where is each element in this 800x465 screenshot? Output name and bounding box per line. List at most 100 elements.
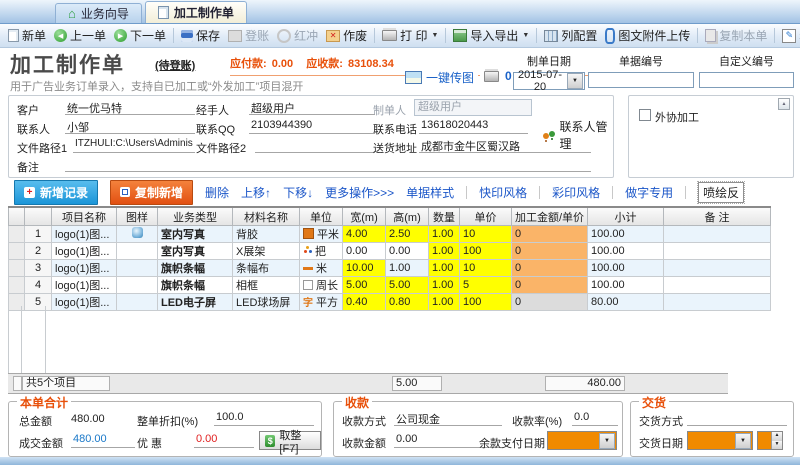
toolbar-new-doc-button[interactable]: 新单 <box>4 25 50 46</box>
unit-cell[interactable]: 把 <box>299 242 343 260</box>
business-type-cell[interactable]: 室内写真 <box>157 242 233 260</box>
image-cell[interactable] <box>116 242 158 260</box>
col-header-image[interactable]: 图样 <box>116 206 158 226</box>
row-selector-cell[interactable] <box>8 276 25 294</box>
add-record-button[interactable]: + 新增记录 <box>14 179 99 205</box>
col-header-material-name[interactable]: 材料名称 <box>232 206 300 226</box>
material-cell[interactable]: X展架 <box>232 242 300 260</box>
unit-cell[interactable]: 周长 <box>299 276 343 294</box>
material-cell[interactable]: 条幅布 <box>232 259 300 277</box>
spin-up-icon[interactable]: ▲ <box>771 432 782 441</box>
price-cell[interactable]: 10 <box>459 259 512 277</box>
price-cell[interactable]: 10 <box>459 225 512 243</box>
width-cell[interactable]: 0.40 <box>342 293 386 311</box>
toolbar-next-arrow-button[interactable]: ▶ 下一单 <box>110 25 170 46</box>
business-type-cell[interactable]: LED电子屏 <box>157 293 233 311</box>
toolbar-print-button[interactable]: 打 印 ▼ <box>378 25 442 46</box>
remark-cell[interactable] <box>663 259 771 277</box>
grid-link-inkjet-reverse[interactable]: 喷绘反 <box>697 180 746 204</box>
image-cell[interactable] <box>116 293 158 311</box>
file-path1-field[interactable]: ITZHULI:C:\Users\Adminis <box>73 138 195 153</box>
image-cell[interactable] <box>116 225 158 243</box>
col-header-width-m[interactable]: 宽(m) <box>342 206 386 226</box>
col-header-processing-fee[interactable]: 加工金额/单价 <box>511 206 588 226</box>
col-header-unit-price[interactable]: 单价 <box>459 206 512 226</box>
col-header-business-type[interactable]: 业务类型 <box>157 206 233 226</box>
processing-fee-cell[interactable]: 0 <box>511 259 588 277</box>
file-path2-field[interactable] <box>255 138 375 153</box>
quantity-cell[interactable]: 1.00 <box>428 225 460 243</box>
grid-link-color-print-style[interactable]: 彩印风格 <box>552 184 600 201</box>
coupon-field[interactable]: 0.00 <box>194 433 254 448</box>
one-key-upload-link[interactable]: 一键传图 <box>405 69 479 86</box>
width-cell[interactable]: 0.00 <box>342 242 386 260</box>
chevron-down-icon[interactable]: ▼ <box>599 432 615 449</box>
table-row[interactable]: 3 logo(1)图... 旗帜条幅 条幅布米 10.00 1.00 1.00 10 0 100.… <box>8 259 771 277</box>
grid-link-sign-making[interactable]: 做字专用 <box>625 184 673 201</box>
table-row[interactable]: 1 logo(1)图... 室内写真 背胶 平米 4.00 2.50 1.00 10 0 100.0… <box>8 225 771 243</box>
toolbar-attachment-button[interactable]: 图文附件上传 <box>601 25 694 46</box>
item-name-cell[interactable]: logo(1)图... <box>51 276 117 294</box>
width-cell[interactable]: 10.00 <box>342 259 386 277</box>
grid-link-move-up[interactable]: 上移↑ <box>241 184 271 201</box>
remark-cell[interactable] <box>663 276 771 294</box>
material-cell[interactable]: LED球场屏 <box>232 293 300 311</box>
chevron-down-icon[interactable]: ▼ <box>567 73 583 89</box>
height-cell[interactable]: 5.00 <box>385 276 429 294</box>
deal-amount-field[interactable]: 480.00 <box>71 433 135 448</box>
tab-business-wizard[interactable]: ⌂ 业务向导 <box>55 3 142 23</box>
item-name-cell[interactable]: logo(1)图... <box>51 242 117 260</box>
doc-no-input[interactable] <box>588 72 694 88</box>
round-button[interactable]: $ 取整[F7] <box>259 430 321 455</box>
chevron-down-icon[interactable]: ▼ <box>735 432 751 449</box>
discount-field[interactable]: 100.0 <box>214 411 314 426</box>
outsourcing-checkbox[interactable] <box>639 109 651 121</box>
contact-field[interactable]: 小邹 <box>65 119 195 134</box>
tab-processing-order[interactable]: 加工制作单 <box>144 1 247 23</box>
toolbar-save-button[interactable]: 保存 <box>177 25 224 46</box>
customer-field[interactable]: 统一优马特 <box>65 100 195 115</box>
col-header-height-m[interactable]: 高(m) <box>385 206 429 226</box>
copy-add-button[interactable]: 复制新增 <box>110 179 194 205</box>
col-header-row-selector[interactable] <box>8 206 25 226</box>
remark-cell[interactable] <box>663 293 771 311</box>
delivery-address-field[interactable]: 成都市金牛区蜀汉路 <box>419 138 591 153</box>
remark-field[interactable] <box>65 157 591 172</box>
unit-cell[interactable]: 字平方 <box>299 293 343 311</box>
grid-link-more-actions[interactable]: 更多操作>>> <box>325 184 394 201</box>
row-selector-cell[interactable] <box>8 259 25 277</box>
business-type-cell[interactable]: 室内写真 <box>157 225 233 243</box>
item-name-cell[interactable]: logo(1)图... <box>51 259 117 277</box>
processing-fee-cell[interactable]: 0 <box>511 276 588 294</box>
qq-field[interactable]: 2103944390 <box>249 119 375 134</box>
toolbar-import-export-button[interactable]: 导入导出 ▼ <box>449 25 533 46</box>
delivery-method-field[interactable] <box>687 411 787 426</box>
processing-fee-cell[interactable]: 0 <box>511 225 588 243</box>
grid-link-doc-style[interactable]: 单据样式 <box>406 184 454 201</box>
material-cell[interactable]: 相框 <box>232 276 300 294</box>
col-header-subtotal[interactable]: 小计 <box>587 206 664 226</box>
item-name-cell[interactable]: logo(1)图... <box>51 225 117 243</box>
row-selector-cell[interactable] <box>8 242 25 260</box>
toolbar-void-button[interactable]: ✕ 作废 <box>322 25 371 46</box>
col-header-remark[interactable]: 备 注 <box>663 206 771 226</box>
col-header-row-number[interactable] <box>24 206 52 226</box>
row-selector-cell[interactable] <box>8 225 25 243</box>
unit-cell[interactable]: 平米 <box>299 225 343 243</box>
col-header-unit[interactable]: 单位 <box>299 206 343 226</box>
spin-down-icon[interactable]: ▼ <box>771 440 782 449</box>
width-cell[interactable]: 5.00 <box>342 276 386 294</box>
table-row[interactable]: 5 logo(1)图... LED电子屏 LED球场屏字平方 0.40 0.80 1.00 1… <box>8 293 771 311</box>
material-cell[interactable]: 背胶 <box>232 225 300 243</box>
remark-cell[interactable] <box>663 225 771 243</box>
width-cell[interactable]: 4.00 <box>342 225 386 243</box>
processing-fee-cell[interactable]: 0 <box>511 293 588 311</box>
quantity-cell[interactable]: 1.00 <box>428 276 460 294</box>
grid-link-move-down[interactable]: 下移↓ <box>283 184 313 201</box>
printer-icon[interactable] <box>484 70 499 82</box>
quantity-cell[interactable]: 1.00 <box>428 259 460 277</box>
price-cell[interactable]: 100 <box>459 293 512 311</box>
height-cell[interactable]: 2.50 <box>385 225 429 243</box>
business-type-cell[interactable]: 旗帜条幅 <box>157 259 233 277</box>
panel-collapse-icon[interactable]: ▲ <box>778 98 790 110</box>
